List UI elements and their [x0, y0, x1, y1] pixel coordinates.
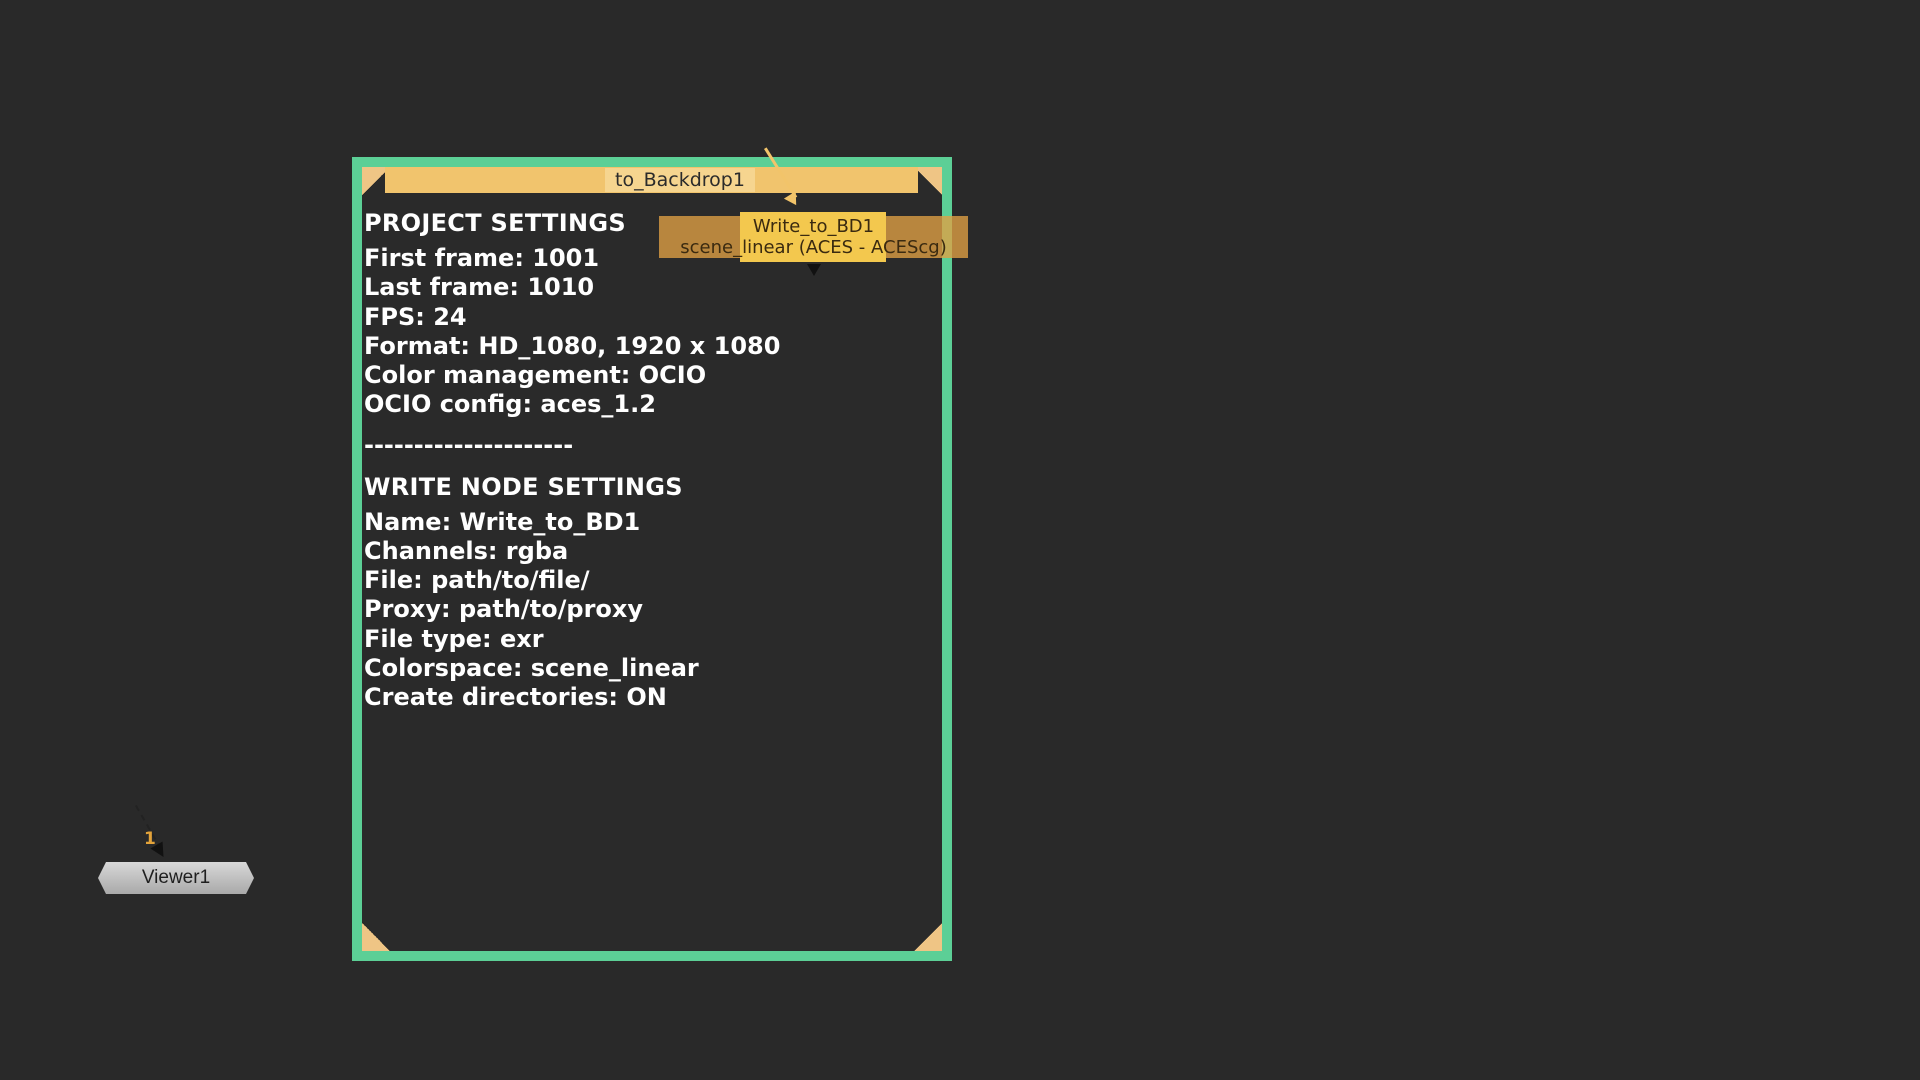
backdrop-resize-handle-bottom-left[interactable]	[362, 923, 390, 951]
project-line-ocio-config: OCIO config: aces_1.2	[364, 390, 656, 419]
write-node-output-arrow-icon[interactable]	[807, 264, 821, 276]
project-line-format: Format: HD_1080, 1920 x 1080	[364, 331, 781, 360]
project-line-last-frame: Last frame: 1010	[364, 273, 595, 302]
write-node[interactable]: Write_to_BD1 scene_linear (ACES - ACEScg…	[659, 212, 968, 262]
write-line-channels: Channels: rgba	[364, 537, 569, 566]
node-graph[interactable]: to_Backdrop1 PROJECT SETTINGS First fram…	[0, 0, 1920, 1080]
write-line-colorspace: Colorspace: scene_linear	[364, 653, 699, 682]
project-line-color-management: Color management: OCIO	[364, 361, 707, 390]
separator-line: ---------------------	[364, 431, 574, 460]
write-node-colorspace: scene_linear (ACES - ACEScg)	[680, 237, 947, 258]
backdrop-node[interactable]: to_Backdrop1 PROJECT SETTINGS First fram…	[352, 157, 952, 961]
viewer-node[interactable]: Viewer1	[98, 862, 254, 894]
backdrop-notes: PROJECT SETTINGS First frame: 1001 Last …	[364, 209, 780, 712]
write-node-name: Write_to_BD1	[752, 216, 875, 237]
write-line-create-directories: Create directories: ON	[364, 683, 667, 712]
project-line-fps: FPS: 24	[364, 302, 467, 331]
write-line-name: Name: Write_to_BD1	[364, 507, 641, 536]
viewer-input-number: 1	[144, 829, 156, 849]
write-node-settings-heading: WRITE NODE SETTINGS	[364, 472, 683, 501]
write-line-proxy: Proxy: path/to/proxy	[364, 595, 644, 624]
write-line-file: File: path/to/file/	[364, 566, 590, 595]
write-line-file-type: File type: exr	[364, 624, 544, 653]
viewer-node-label: Viewer1	[141, 867, 211, 888]
backdrop-resize-handle-bottom-right[interactable]	[914, 923, 942, 951]
write-node-label: Write_to_BD1 scene_linear (ACES - ACEScg…	[659, 216, 968, 258]
backdrop-resize-handle-top-right[interactable]	[914, 167, 942, 195]
backdrop-label: to_Backdrop1	[605, 168, 755, 192]
backdrop-title-bar[interactable]: to_Backdrop1	[385, 167, 918, 193]
